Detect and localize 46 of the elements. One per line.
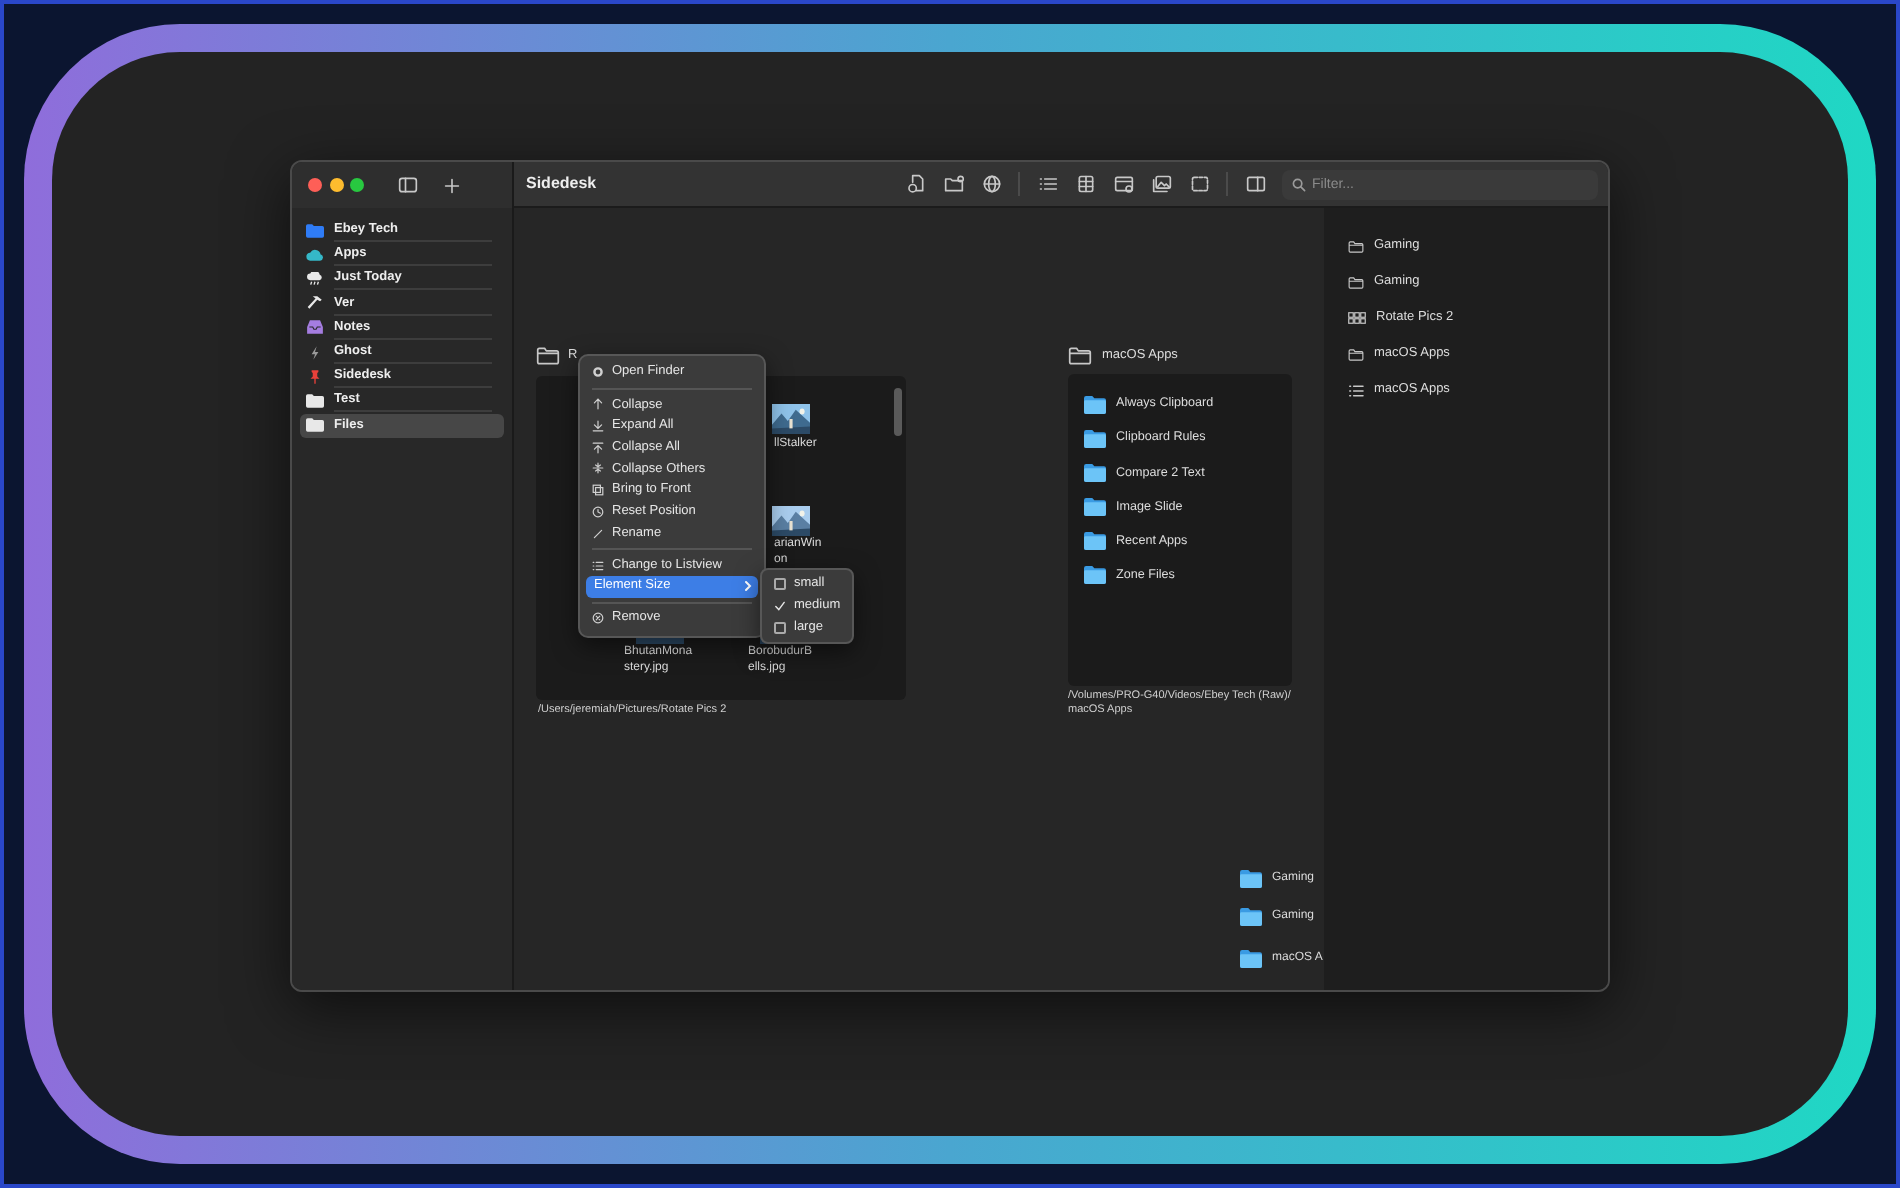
add-icon[interactable] <box>444 177 460 193</box>
split-arrows-icon <box>592 462 604 475</box>
close-button[interactable] <box>308 178 322 192</box>
list-icon[interactable] <box>1037 174 1057 194</box>
pencil-icon <box>592 527 604 540</box>
sidebar-right-icon[interactable] <box>1245 174 1265 194</box>
checkbox[interactable] <box>774 621 786 634</box>
stacked-squares-icon <box>592 484 604 497</box>
arrow-up-icon <box>592 441 604 454</box>
folder-icon <box>1240 907 1262 925</box>
calendar-icon[interactable] <box>1113 174 1133 194</box>
folder-icon <box>1084 395 1106 413</box>
folder-icon <box>536 346 560 366</box>
scrollbar[interactable] <box>894 388 902 436</box>
arrow-up-icon <box>592 398 604 411</box>
chevron-icon <box>744 580 752 593</box>
sidebar-icon[interactable] <box>398 176 418 194</box>
folder-icon <box>1240 949 1262 967</box>
folder-icon <box>1084 498 1106 517</box>
folder-icon <box>1084 532 1106 551</box>
grid-icon[interactable] <box>1075 174 1095 194</box>
grid-icon <box>1348 312 1366 324</box>
folder-add-icon[interactable] <box>943 174 963 194</box>
list-icon <box>592 559 604 572</box>
folder-icon <box>1084 463 1106 482</box>
search-icon <box>1292 177 1306 191</box>
globe-icon[interactable] <box>981 174 1001 194</box>
folder-icon <box>1084 429 1106 448</box>
folder-icon <box>1084 566 1106 585</box>
document-add-icon[interactable] <box>905 174 925 194</box>
photos-icon[interactable] <box>1151 174 1171 194</box>
clock-icon <box>592 505 604 518</box>
folder-icon <box>1068 346 1092 366</box>
list-icon <box>1348 383 1364 397</box>
target-icon <box>592 366 604 379</box>
zoom-button[interactable] <box>350 178 364 192</box>
x-circle-icon <box>592 612 604 625</box>
minimize-button[interactable] <box>329 178 343 192</box>
folder-icon <box>1348 275 1364 289</box>
dashed-rectangle-icon[interactable] <box>1189 174 1209 194</box>
checkbox[interactable] <box>774 578 786 591</box>
window-title: Sidedesk <box>526 172 597 196</box>
arrow-down-icon <box>592 420 604 433</box>
folder-icon <box>1240 869 1262 887</box>
folder-icon <box>1348 347 1364 361</box>
folder-icon <box>1348 239 1364 253</box>
